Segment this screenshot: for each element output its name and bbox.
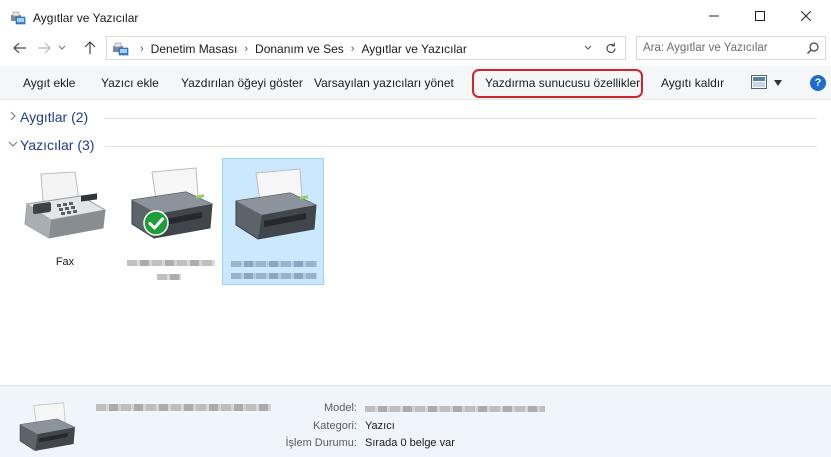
view-options-dropdown-icon[interactable] — [773, 79, 783, 87]
print-server-properties-button[interactable]: Yazdırma sunucusu özellikleri — [485, 66, 643, 100]
device-tile-fax[interactable]: Fax — [14, 158, 116, 285]
window-title: Aygıtlar ve Yazıcılar — [33, 11, 139, 25]
redacted-printer-name — [127, 260, 215, 266]
refresh-icon — [606, 42, 616, 53]
chevron-right-icon — [10, 111, 16, 121]
maximize-icon — [755, 11, 765, 21]
group-label-printers: Yazıcılar (3) — [20, 137, 95, 153]
printer-icon — [235, 168, 317, 240]
recent-locations-button[interactable] — [55, 38, 69, 58]
breadcrumb-control-panel[interactable]: Denetim Masası — [151, 42, 238, 56]
device-label-fax: Fax — [55, 256, 75, 268]
arrow-right-icon — [38, 42, 51, 54]
details-pane: Model: Kategori: Yazıcı İşlem Durumu: Sı… — [0, 385, 831, 457]
title-bar: Aygıtlar ve Yazıcılar — [0, 0, 831, 34]
chevron-down-icon — [8, 141, 18, 147]
breadcrumb-devices-printers[interactable]: Aygıtlar ve Yazıcılar — [361, 42, 466, 56]
breadcrumb-separator: › — [244, 43, 249, 55]
add-printer-button[interactable]: Yazıcı ekle — [101, 66, 159, 100]
redacted-printer-name — [231, 273, 317, 279]
redacted-printer-name — [231, 261, 317, 267]
chevron-down-icon — [584, 45, 592, 50]
breadcrumb-separator: › — [350, 43, 355, 55]
forward-button[interactable] — [34, 38, 54, 58]
printer-icon — [131, 167, 213, 239]
close-button[interactable] — [783, 0, 829, 32]
manage-default-printers-button[interactable]: Varsayılan yazıcıları yönet — [314, 66, 454, 100]
search-icon[interactable] — [806, 41, 820, 55]
content-pane: Aygıtlar (2) Yazıcılar (3) Fax — [0, 101, 831, 384]
device-tile-printer-selected[interactable] — [222, 158, 324, 285]
breadcrumb-hardware-sound[interactable]: Donanım ve Ses — [255, 42, 344, 56]
device-tile-printer-default[interactable] — [119, 158, 221, 285]
details-status-label: İşlem Durumu: — [285, 437, 357, 449]
close-icon — [801, 11, 811, 21]
default-printer-check-icon — [143, 210, 169, 236]
breadcrumb: › Denetim Masası › Donanım ve Ses › Aygı… — [133, 42, 467, 56]
maximize-button[interactable] — [737, 0, 783, 32]
details-status-value: Sırada 0 belge var — [365, 437, 455, 449]
fax-icon — [24, 171, 107, 239]
address-row: › Denetim Masası › Donanım ve Ses › Aygı… — [0, 34, 831, 62]
address-bar[interactable]: › Denetim Masası › Donanım ve Ses › Aygı… — [106, 36, 626, 60]
minimize-icon — [709, 15, 719, 17]
redacted-model-value — [365, 406, 545, 412]
address-dropdown-button[interactable] — [581, 41, 595, 55]
remove-device-button[interactable]: Aygıtı kaldır — [661, 66, 724, 100]
help-button[interactable]: ? — [810, 75, 826, 91]
details-model-label: Model: — [323, 402, 357, 414]
command-bar: Aygıt ekle Yazıcı ekle Yazdırılan öğeyi … — [0, 66, 831, 100]
redacted-printer-name — [157, 274, 181, 280]
devices-printers-icon — [11, 11, 26, 25]
add-device-button[interactable]: Aygıt ekle — [23, 66, 75, 100]
minimize-button[interactable] — [691, 0, 737, 32]
devices-printers-icon — [113, 42, 129, 56]
breadcrumb-separator: › — [140, 43, 144, 55]
arrow-left-icon — [13, 42, 26, 54]
group-label-devices: Aygıtlar (2) — [20, 109, 89, 125]
search-input[interactable] — [643, 40, 793, 56]
printer-icon — [19, 402, 75, 451]
group-header-printers[interactable]: Yazıcılar (3) — [0, 134, 831, 156]
refresh-button[interactable] — [603, 40, 619, 56]
chevron-down-icon — [58, 45, 66, 50]
details-category-label: Kategori: — [312, 420, 357, 432]
search-box[interactable] — [636, 36, 826, 60]
see-whats-printing-button[interactable]: Yazdırılan öğeyi göster — [181, 66, 303, 100]
group-divider — [105, 146, 817, 147]
up-button[interactable] — [80, 38, 100, 58]
details-category-value: Yazıcı — [365, 420, 395, 432]
change-view-icon[interactable] — [751, 75, 767, 89]
back-button[interactable] — [10, 38, 30, 58]
group-header-devices[interactable]: Aygıtlar (2) — [0, 106, 831, 128]
arrow-up-icon — [84, 41, 96, 54]
group-divider — [104, 118, 817, 119]
